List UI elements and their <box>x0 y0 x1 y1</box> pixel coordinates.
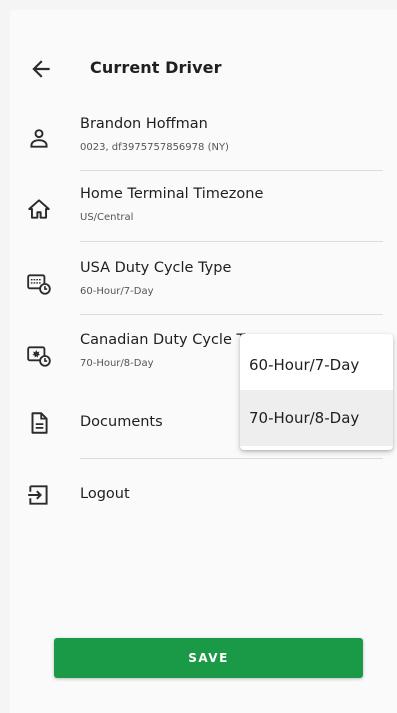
dropdown-option-60-hour[interactable]: 60-Hour/7-Day <box>240 337 393 393</box>
driver-details: 0023, df3975757856978 (NY) <box>80 142 229 153</box>
driver-row[interactable]: Brandon Hoffman 0023, df3975757856978 (N… <box>10 110 397 182</box>
app-header: Current Driver <box>10 50 397 90</box>
divider <box>80 170 383 171</box>
back-arrow-icon[interactable] <box>28 56 54 82</box>
current-driver-screen: Current Driver Brandon Hoffman 0023, df3… <box>10 10 397 713</box>
logout-icon <box>26 482 52 508</box>
timezone-label: Home Terminal Timezone <box>80 186 264 202</box>
divider <box>80 241 383 242</box>
divider <box>80 314 383 315</box>
canadian-duty-cycle-icon <box>26 343 52 369</box>
logout-row[interactable]: Logout <box>10 470 397 542</box>
usa-duty-cycle-label: USA Duty Cycle Type <box>80 260 232 276</box>
driver-name: Brandon Hoffman <box>80 116 208 132</box>
duty-cycle-calendar-icon <box>26 271 52 297</box>
save-button[interactable]: SAVE <box>54 638 363 678</box>
duty-cycle-dropdown: 60-Hour/7-Day 70-Hour/8-Day <box>240 334 393 450</box>
page-title: Current Driver <box>90 58 222 77</box>
home-icon <box>26 196 52 222</box>
canadian-duty-cycle-value: 70-Hour/8-Day <box>80 358 154 369</box>
person-icon <box>26 125 52 151</box>
divider <box>80 458 383 459</box>
document-icon <box>26 410 52 436</box>
documents-label: Documents <box>80 414 163 430</box>
canadian-duty-cycle-label: Canadian Duty Cycle T <box>80 332 246 348</box>
logout-label: Logout <box>80 486 130 502</box>
dropdown-option-70-hour[interactable]: 70-Hour/8-Day <box>240 390 393 446</box>
usa-duty-cycle-row[interactable]: USA Duty Cycle Type 60-Hour/7-Day <box>10 254 397 326</box>
usa-duty-cycle-value: 60-Hour/7-Day <box>80 286 154 297</box>
timezone-value: US/Central <box>80 212 134 223</box>
